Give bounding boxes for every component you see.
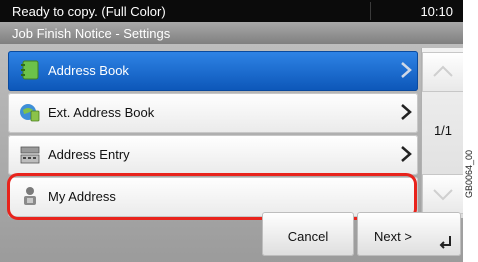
chevron-up-icon	[433, 65, 453, 77]
status-divider	[370, 2, 371, 20]
screen-title: Job Finish Notice - Settings	[12, 26, 171, 41]
chevron-right-icon	[401, 62, 412, 78]
list-item-address-entry[interactable]: Address Entry	[8, 135, 418, 175]
clock: 10:10	[420, 4, 453, 19]
next-button-label: Next >	[374, 229, 412, 244]
panel-screen: Ready to copy. (Full Color) 10:10 Job Fi…	[0, 0, 463, 262]
user-icon	[24, 187, 36, 205]
list-item-address-book[interactable]: Address Book	[8, 51, 418, 91]
scroll-down-button[interactable]	[422, 174, 463, 214]
chevron-right-icon	[401, 104, 412, 120]
next-button[interactable]: Next >	[357, 212, 461, 256]
list-item-label: Address Book	[48, 63, 129, 78]
list-item-label: Ext. Address Book	[48, 105, 155, 120]
figure-code: GB0064_00	[464, 149, 474, 198]
list-item-label: Address Entry	[48, 147, 130, 162]
list-item-label: My Address	[48, 189, 116, 204]
ext-address-book-icon	[20, 104, 40, 122]
status-bar: Ready to copy. (Full Color) 10:10	[0, 0, 463, 22]
list-item-my-address[interactable]: My Address	[8, 177, 418, 217]
status-message: Ready to copy. (Full Color)	[12, 4, 166, 19]
page-indicator: 1/1	[433, 123, 453, 138]
screen-title-bar: Job Finish Notice - Settings	[0, 22, 463, 44]
address-book-icon	[21, 60, 39, 80]
cancel-button-label: Cancel	[287, 229, 329, 244]
keyboard-icon	[20, 146, 40, 164]
enter-icon	[439, 236, 451, 249]
chevron-down-icon	[433, 189, 453, 201]
cancel-button[interactable]: Cancel	[262, 212, 354, 256]
scroll-up-button[interactable]	[422, 52, 463, 92]
list-item-ext-address-book[interactable]: Ext. Address Book	[8, 93, 418, 133]
scroll-panel: 1/1	[421, 48, 463, 218]
chevron-right-icon	[401, 146, 412, 162]
